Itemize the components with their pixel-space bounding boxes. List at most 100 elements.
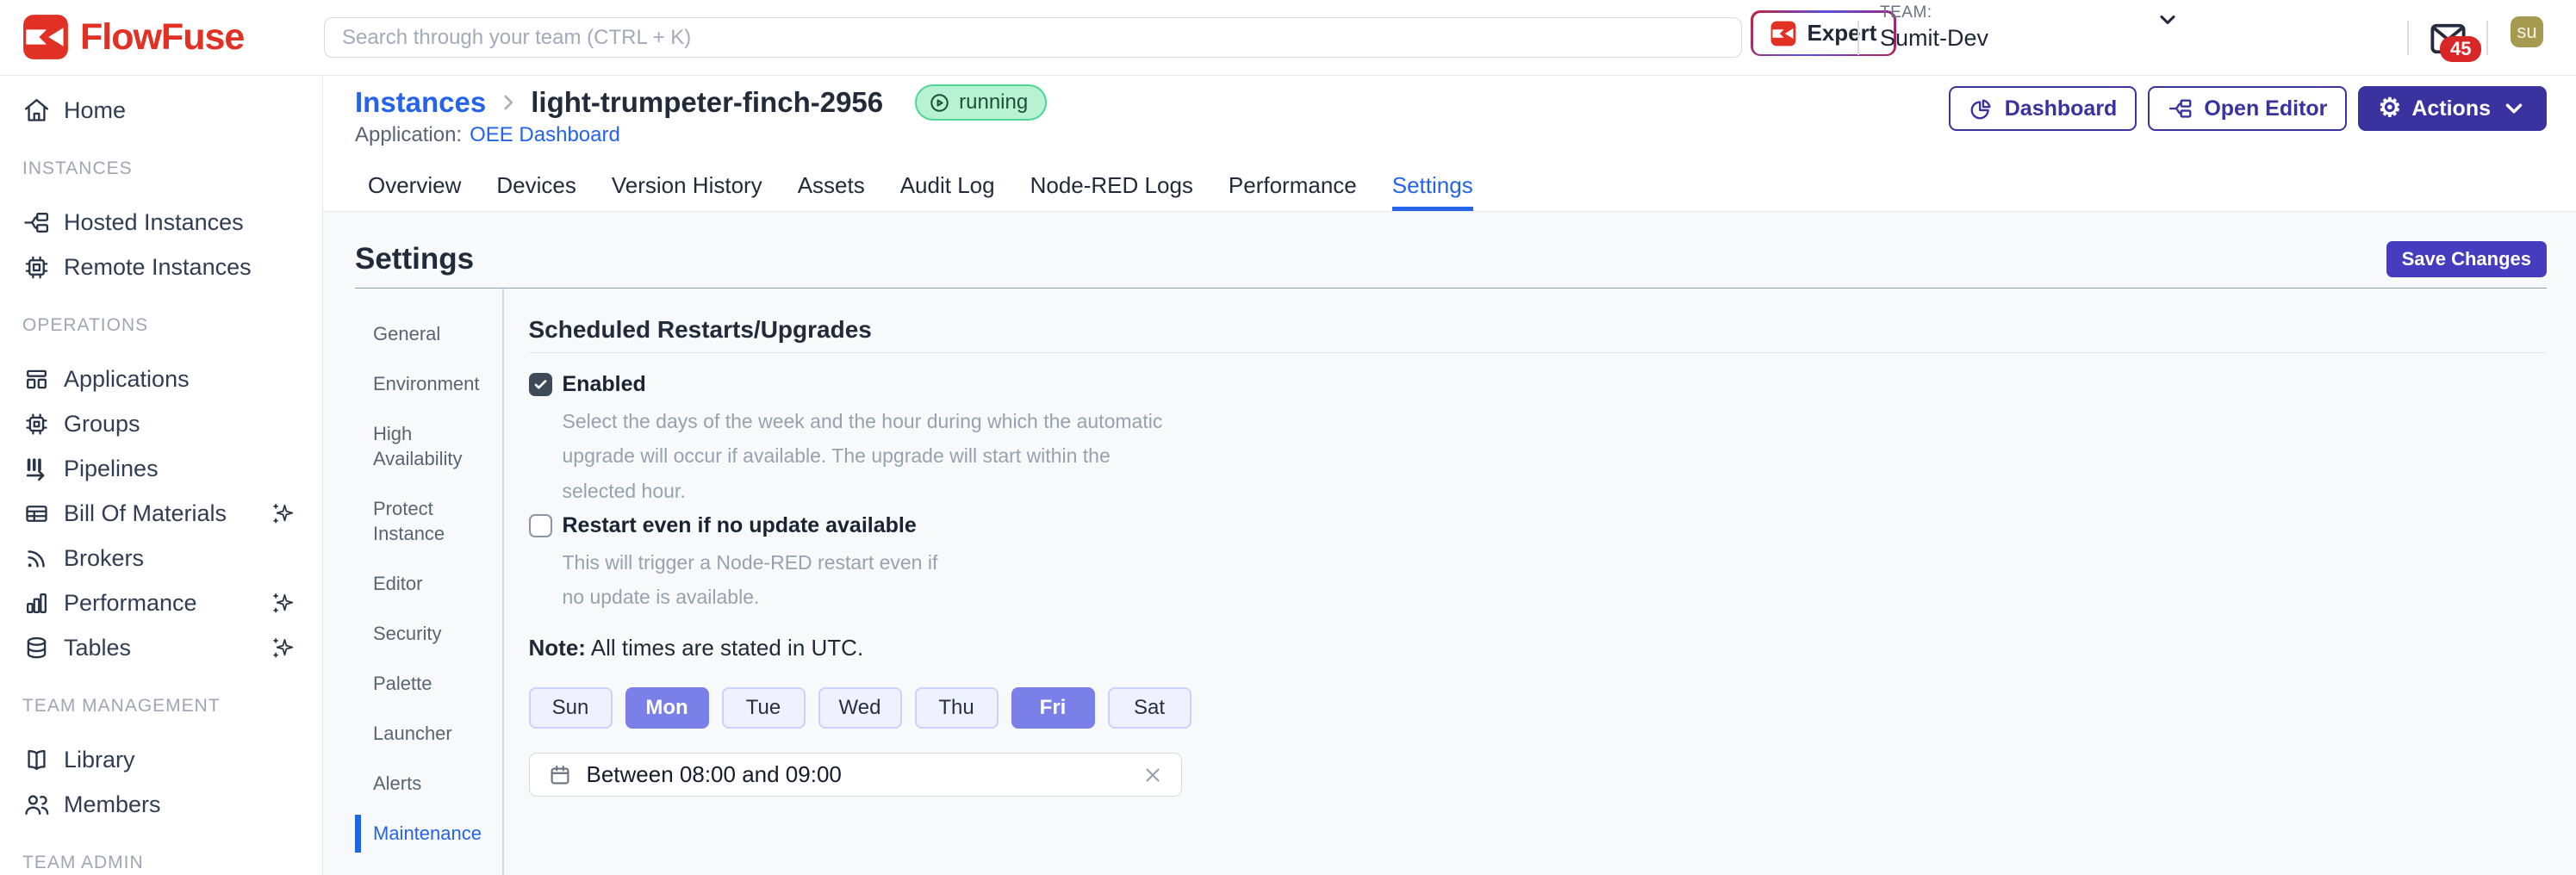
day-button-thu[interactable]: Thu — [915, 687, 999, 729]
team-label: TEAM: — [1880, 3, 1988, 22]
day-button-tue[interactable]: Tue — [722, 687, 806, 729]
page-title: Settings — [355, 242, 474, 276]
tab-audit-log[interactable]: Audit Log — [900, 172, 995, 211]
pipelines-icon — [22, 455, 51, 483]
brand-name: FlowFuse — [80, 16, 244, 59]
tab-version-history[interactable]: Version History — [612, 172, 762, 211]
pie-chart-icon — [1969, 96, 1994, 121]
sidebar-item-label: Remote Instances — [64, 254, 252, 281]
flowfuse-expert-icon — [1770, 21, 1796, 47]
sidebar-item-label: Bill Of Materials — [64, 500, 227, 527]
open-editor-button[interactable]: Open Editor — [2148, 86, 2347, 131]
hosted-instances-icon — [22, 208, 51, 237]
save-changes-button[interactable]: Save Changes — [2386, 241, 2547, 277]
sparkles-icon — [270, 500, 296, 527]
sidebar-item-home[interactable]: Home — [22, 88, 322, 133]
day-button-mon[interactable]: Mon — [625, 687, 709, 729]
tab-devices[interactable]: Devices — [496, 172, 576, 211]
chevron-down-icon[interactable] — [2156, 8, 2180, 32]
sparkles-icon — [270, 635, 296, 661]
node-editor-icon — [2168, 96, 2193, 121]
settings-nav: General Environment High Availability Pr… — [355, 289, 502, 875]
sidebar-item-brokers[interactable]: Brokers — [22, 536, 322, 580]
main-area: Instances light-trumpeter-finch-2956 run… — [323, 76, 2576, 875]
settings-nav-editor[interactable]: Editor — [373, 571, 475, 596]
instance-tabs: Overview Devices Version History Assets … — [368, 172, 1473, 211]
sidebar-item-label: Performance — [64, 590, 197, 617]
sidebar-item-label: Brokers — [64, 545, 144, 572]
instance-actions: Dashboard Open Editor ⚙ Actions — [1949, 86, 2547, 131]
sidebar-item-applications[interactable]: Applications — [22, 357, 322, 401]
tab-node-red-logs[interactable]: Node-RED Logs — [1030, 172, 1193, 211]
instance-header: Instances light-trumpeter-finch-2956 run… — [323, 76, 2576, 212]
sidebar-section-operations: OPERATIONS — [22, 315, 322, 336]
application-link[interactable]: OEE Dashboard — [470, 123, 620, 147]
enabled-checkbox-label[interactable]: Enabled — [563, 372, 646, 397]
notifications-button[interactable]: 45 — [2428, 21, 2468, 57]
restart-checkbox[interactable] — [529, 514, 552, 537]
settings-nav-palette[interactable]: Palette — [373, 671, 475, 696]
book-open-icon — [22, 746, 51, 774]
enabled-checkbox[interactable] — [529, 373, 552, 396]
users-icon — [22, 791, 51, 819]
sidebar-item-library[interactable]: Library — [22, 737, 322, 782]
sidebar-item-bill-of-materials[interactable]: Bill Of Materials — [22, 491, 322, 536]
chip-icon — [22, 410, 51, 438]
breadcrumb-instances-link[interactable]: Instances — [355, 86, 486, 119]
time-window-input[interactable]: Between 08:00 and 09:00 — [529, 753, 1182, 797]
app-logo[interactable]: FlowFuse — [22, 14, 244, 60]
header-divider — [1857, 21, 1859, 55]
sidebar-item-label: Applications — [64, 366, 190, 393]
tab-performance[interactable]: Performance — [1229, 172, 1357, 211]
sidebar-item-remote-instances[interactable]: Remote Instances — [22, 245, 322, 289]
sidebar: Home INSTANCES Hosted Instances Remote I… — [0, 76, 323, 875]
actions-button[interactable]: ⚙ Actions — [2358, 86, 2547, 131]
day-button-sun[interactable]: Sun — [529, 687, 613, 729]
expert-button[interactable]: Expert — [1751, 10, 1896, 56]
dashboard-button[interactable]: Dashboard — [1949, 86, 2137, 131]
sidebar-item-performance[interactable]: Performance — [22, 580, 322, 625]
calendar-icon — [547, 762, 573, 788]
clear-icon[interactable] — [1142, 764, 1164, 786]
check-icon — [532, 376, 549, 393]
tab-overview[interactable]: Overview — [368, 172, 461, 211]
header-divider — [2486, 21, 2488, 55]
home-icon — [22, 96, 51, 125]
section-title: Scheduled Restarts/Upgrades — [529, 316, 2548, 344]
avatar[interactable]: su — [2511, 16, 2543, 47]
sidebar-section-instances: INSTANCES — [22, 158, 322, 179]
note-label: Note: — [529, 635, 586, 661]
chevron-down-icon — [2501, 96, 2527, 121]
dashboard-button-label: Dashboard — [2005, 96, 2118, 121]
day-button-wed[interactable]: Wed — [818, 687, 902, 729]
sidebar-item-pipelines[interactable]: Pipelines — [22, 446, 322, 491]
sidebar-item-label: Library — [64, 747, 135, 773]
rss-icon — [22, 544, 51, 573]
bar-chart-icon — [22, 589, 51, 617]
settings-nav-protect-instance[interactable]: Protect Instance — [373, 496, 475, 546]
day-button-fri[interactable]: Fri — [1011, 687, 1095, 729]
enabled-description: Select the days of the week and the hour… — [563, 404, 1166, 508]
maintenance-panel: Scheduled Restarts/Upgrades Enabled Sele… — [504, 289, 2548, 875]
settings-nav-environment[interactable]: Environment — [373, 371, 475, 396]
day-button-sat[interactable]: Sat — [1108, 687, 1192, 729]
sidebar-item-label: Groups — [64, 411, 140, 438]
team-selector[interactable]: TEAM: Sumit-Dev — [1880, 3, 1988, 52]
sidebar-item-groups[interactable]: Groups — [22, 401, 322, 446]
status-badge: running — [915, 84, 1047, 121]
settings-nav-general[interactable]: General — [373, 321, 475, 346]
settings-nav-high-availability[interactable]: High Availability — [373, 421, 475, 471]
sidebar-section-team-management: TEAM MANAGEMENT — [22, 696, 322, 717]
settings-nav-maintenance[interactable]: Maintenance — [373, 821, 475, 846]
search-input[interactable] — [324, 17, 1742, 58]
settings-nav-security[interactable]: Security — [373, 621, 475, 646]
restart-checkbox-label[interactable]: Restart even if no update available — [563, 513, 917, 538]
sidebar-item-members[interactable]: Members — [22, 782, 322, 827]
settings-nav-launcher[interactable]: Launcher — [373, 721, 475, 746]
sidebar-item-hosted-instances[interactable]: Hosted Instances — [22, 200, 322, 245]
tab-assets[interactable]: Assets — [798, 172, 865, 211]
settings-nav-alerts[interactable]: Alerts — [373, 771, 475, 796]
sidebar-item-tables[interactable]: Tables — [22, 625, 322, 670]
table-cells-icon — [22, 500, 51, 528]
tab-settings[interactable]: Settings — [1392, 172, 1473, 211]
